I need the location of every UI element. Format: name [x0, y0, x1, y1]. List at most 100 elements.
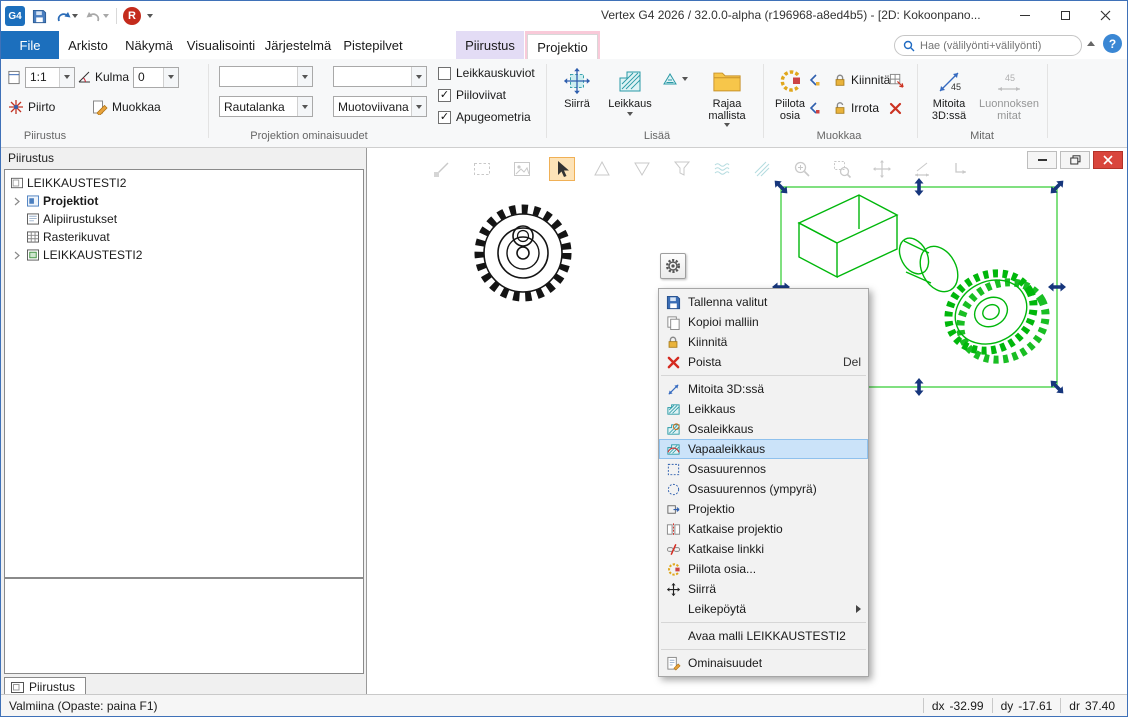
triangle-tool-icon[interactable]: [589, 157, 615, 181]
save-button[interactable]: [31, 5, 48, 27]
tree-item-rasterikuvat[interactable]: Rasterikuvat: [5, 228, 363, 246]
projection-style-select[interactable]: [219, 66, 313, 87]
context-menu-item-siirra[interactable]: Siirrä: [659, 579, 868, 599]
gear-front-view-drawing[interactable]: [456, 186, 591, 321]
context-menu-item-vapaaleikkaus[interactable]: Vapaaleikkaus: [659, 439, 868, 459]
section-cut-icon: [664, 401, 682, 417]
rajaa-mallista-button[interactable]: Rajaa mallista: [697, 63, 757, 129]
tree-item-projektiot[interactable]: Projektiot: [5, 192, 363, 210]
tree-item-model[interactable]: LEIKKAUSTESTI2: [5, 246, 363, 264]
section-variant-button[interactable]: [659, 68, 691, 90]
group-label-muokkaa: Muokkaa: [817, 130, 862, 142]
minimize-button[interactable]: [1005, 1, 1045, 30]
dy-readout: dy -17.61: [992, 698, 1061, 713]
context-menu-item-tallenna-valitut[interactable]: Tallenna valitut: [659, 292, 868, 312]
document-close-button[interactable]: [1093, 151, 1123, 169]
partial-section-icon: [664, 421, 682, 437]
context-menu-item-katkaise-projektio[interactable]: Katkaise projektio: [659, 519, 868, 539]
scale-select[interactable]: 1:1: [25, 67, 75, 88]
detach-prev-button[interactable]: [807, 97, 827, 119]
tab-projektio[interactable]: Projektio: [525, 31, 600, 59]
muokkaa-button[interactable]: Muokkaa: [89, 96, 164, 118]
undo-button[interactable]: [54, 5, 79, 27]
help-button[interactable]: ?: [1103, 34, 1122, 53]
select-tool-icon[interactable]: [549, 157, 575, 181]
waves-tool-icon[interactable]: [709, 157, 735, 181]
search-input[interactable]: [920, 40, 1073, 52]
tab-arkisto[interactable]: Arkisto: [59, 31, 117, 59]
tree-item-drawing-root[interactable]: LEIKKAUSTESTI2: [5, 174, 363, 192]
context-menu-item-leikepoyta[interactable]: Leikepöytä: [659, 599, 868, 619]
measure-tool-icon[interactable]: [909, 157, 935, 181]
context-menu-item-osaleikkaus[interactable]: Osaleikkaus: [659, 419, 868, 439]
mitoita-3d-button[interactable]: 45 Mitoita 3D:ssä: [923, 63, 975, 129]
paint-tool-icon[interactable]: [429, 157, 455, 181]
menu-separator: [661, 375, 866, 376]
context-menu-item-poista[interactable]: Poista Del: [659, 352, 868, 372]
tab-piirustus[interactable]: Piirustus: [456, 31, 524, 59]
tab-jarjestelma[interactable]: Järjestelmä: [261, 31, 335, 59]
context-menu-item-ominaisuudet[interactable]: Ominaisuudet: [659, 653, 868, 673]
marquee-tool-icon[interactable]: [469, 157, 495, 181]
piirto-button[interactable]: Piirto: [5, 96, 58, 118]
zoom-in-tool-icon[interactable]: [789, 157, 815, 181]
undo-icon: [55, 9, 71, 23]
pan-tool-icon[interactable]: [869, 157, 895, 181]
corner-arrow-tool-icon[interactable]: [949, 157, 975, 181]
irrota-button[interactable]: Irrota: [830, 97, 882, 119]
tab-nakyma[interactable]: Näkymä: [117, 31, 181, 59]
bracket-left-icon: [807, 73, 820, 87]
tree-item-alipiirustukset[interactable]: Alipiirustukset: [5, 210, 363, 228]
tab-pistepilvet[interactable]: Pistepilvet: [335, 31, 411, 59]
expander-chevron-icon[interactable]: [11, 251, 23, 260]
app-icon[interactable]: G4: [5, 6, 25, 26]
maximize-button[interactable]: [1045, 1, 1085, 30]
funnel-tool-icon[interactable]: [669, 157, 695, 181]
context-menu-item-osasuurennos-ympyra[interactable]: Osasuurennos (ympyrä): [659, 479, 868, 499]
context-menu-item-osasuurennos[interactable]: Osasuurennos: [659, 459, 868, 479]
context-menu-item-avaa-malli[interactable]: Avaa malli LEIKKAUSTESTI2: [659, 626, 868, 646]
context-menu-item-projektio[interactable]: Projektio: [659, 499, 868, 519]
angle-select[interactable]: 0: [133, 67, 179, 88]
siirra-button[interactable]: Siirrä: [553, 63, 601, 129]
cone-tool-icon[interactable]: [629, 157, 655, 181]
context-menu-item-mitoita-3d[interactable]: Mitoita 3D:ssä: [659, 379, 868, 399]
expander-chevron-icon[interactable]: [11, 197, 23, 206]
leikkaus-button[interactable]: Leikkaus: [604, 63, 656, 129]
close-button[interactable]: [1085, 1, 1125, 30]
context-menu-item-leikkaus[interactable]: Leikkaus: [659, 399, 868, 419]
qat-customize-button[interactable]: [147, 14, 153, 18]
remove-link-button[interactable]: [889, 97, 909, 119]
muotoviivana-select[interactable]: Muotoviivana: [333, 96, 427, 117]
context-menu-item-piilota-osia[interactable]: Piilota osia...: [659, 559, 868, 579]
window-controls: [1005, 1, 1125, 30]
checkbox-piiloviivat[interactable]: ✓ Piiloviivat: [438, 86, 506, 104]
dimension-3d-icon: [664, 381, 682, 397]
attach-prev-button[interactable]: [807, 69, 827, 91]
detach-grid-button[interactable]: [889, 69, 909, 91]
minimize-icon: [1020, 15, 1030, 17]
kiinnita-button[interactable]: Kiinnitä: [830, 69, 893, 91]
redo-button[interactable]: [85, 5, 110, 27]
maximize-icon: [1061, 11, 1070, 20]
tab-file[interactable]: File: [1, 31, 59, 59]
checkbox-leikkauskuviot[interactable]: Leikkauskuviot: [438, 64, 535, 82]
collapse-ribbon-button[interactable]: [1087, 41, 1095, 46]
zoom-area-tool-icon[interactable]: [829, 157, 855, 181]
document-minimize-button[interactable]: [1027, 151, 1057, 169]
context-menu-item-katkaise-linkki[interactable]: Katkaise linkki: [659, 539, 868, 559]
projection-layer-select[interactable]: [333, 66, 427, 87]
tab-projektio-active: Projektio: [527, 34, 598, 59]
rautalanka-select[interactable]: Rautalanka: [219, 96, 313, 117]
context-menu-item-kopioi-malliin[interactable]: Kopioi malliin: [659, 312, 868, 332]
quick-settings-gear-button[interactable]: [660, 253, 686, 279]
luonnoksen-mitat-button[interactable]: 45 Luonnoksen mitat: [977, 63, 1041, 129]
layers-tool-icon[interactable]: [749, 157, 775, 181]
document-restore-button[interactable]: [1060, 151, 1090, 169]
image-tool-icon[interactable]: [509, 157, 535, 181]
svg-text:45: 45: [1005, 73, 1015, 83]
context-menu-item-kiinnita[interactable]: Kiinnitä: [659, 332, 868, 352]
checkbox-apugeometria[interactable]: ✓ Apugeometria: [438, 108, 531, 126]
undo-dropdown-icon: [72, 14, 78, 18]
tab-visualisointi[interactable]: Visualisointi: [181, 31, 261, 59]
